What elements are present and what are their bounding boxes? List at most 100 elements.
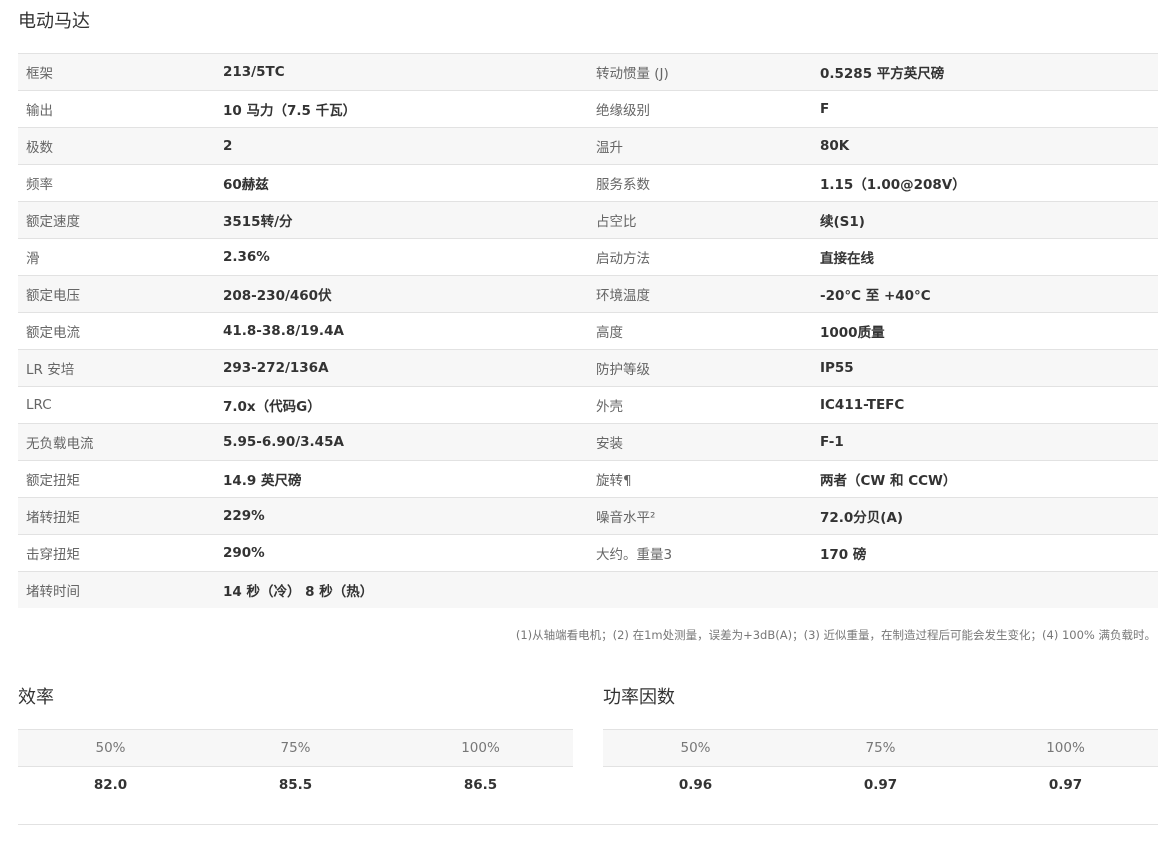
power-factor-table: 50% 75% 100% 0.96 0.97 0.97 <box>603 729 1158 803</box>
bottom-divider <box>18 824 1158 825</box>
spec-row: 无负载电流 5.95-6.90/3.45A 安装 F-1 <box>18 423 1158 461</box>
power-factor-title: 功率因数 <box>603 687 675 708</box>
spec-label: LR 安培 <box>18 349 215 387</box>
efficiency-value-row: 82.0 85.5 86.5 <box>18 767 573 804</box>
spec-value: 290% <box>215 534 588 572</box>
power-factor-header-row: 50% 75% 100% <box>603 729 1158 767</box>
efficiency-value-cell: 86.5 <box>463 777 498 793</box>
spec-value: 两者（CW 和 CCW） <box>812 460 1158 498</box>
efficiency-header-cell: 75% <box>203 729 388 767</box>
efficiency-table: 50% 75% 100% 82.0 85.5 86.5 <box>18 729 573 803</box>
spec-row: 堵转扭矩 229% 噪音水平² 72.0分贝(A) <box>18 497 1158 535</box>
spec-label: 极数 <box>18 127 215 165</box>
motor-section-title: 电动马达 <box>18 11 90 32</box>
spec-value: 208-230/460伏 <box>215 275 588 313</box>
spec-label: 额定电流 <box>18 312 215 350</box>
spec-value: F-1 <box>812 423 1158 461</box>
spec-value: 3515转/分 <box>215 201 588 239</box>
spec-label: 环境温度 <box>588 275 812 313</box>
spec-label: 额定扭矩 <box>18 460 215 498</box>
power-factor-value-cell: 0.96 <box>678 777 713 793</box>
spec-label: 温升 <box>588 127 812 165</box>
spec-value: 293-272/136A <box>215 349 588 387</box>
spec-label: 噪音水平² <box>588 497 812 535</box>
spec-label: 频率 <box>18 164 215 202</box>
spec-label: 绝缘级别 <box>588 90 812 128</box>
spec-row: 滑 2.36% 启动方法 直接在线 <box>18 238 1158 276</box>
spec-label: 外壳 <box>588 386 812 424</box>
spec-value: 41.8-38.8/19.4A <box>215 312 588 350</box>
spec-row: 频率 60赫兹 服务系数 1.15（1.00@208V） <box>18 164 1158 202</box>
spec-label: 击穿扭矩 <box>18 534 215 572</box>
spec-label: 框架 <box>18 53 215 91</box>
spec-value: 10 马力（7.5 千瓦） <box>215 90 588 128</box>
spec-row: 堵转时间 14 秒（冷） 8 秒（热） <box>18 571 1158 608</box>
spec-label <box>588 571 812 608</box>
power-factor-value-cell: 0.97 <box>863 777 898 793</box>
spec-row: 额定扭矩 14.9 英尺磅 旋转¶ 两者（CW 和 CCW） <box>18 460 1158 498</box>
spec-label: 额定速度 <box>18 201 215 239</box>
spec-label: 服务系数 <box>588 164 812 202</box>
spec-label: 转动惯量 (J) <box>588 53 812 91</box>
spec-value <box>812 571 1158 608</box>
spec-value: 14.9 英尺磅 <box>215 460 588 498</box>
spec-label: 防护等级 <box>588 349 812 387</box>
spec-value: IC411-TEFC <box>812 386 1158 424</box>
spec-label: 堵转时间 <box>18 571 215 608</box>
spec-label: 启动方法 <box>588 238 812 276</box>
power-factor-header-cell: 75% <box>788 729 973 767</box>
efficiency-section: 效率 50% 75% 100% 82.0 85.5 86.5 <box>18 686 573 803</box>
efficiency-header-cell: 50% <box>18 729 203 767</box>
spec-row: 击穿扭矩 290% 大约。重量3 170 磅 <box>18 534 1158 572</box>
spec-value: -20°C 至 +40°C <box>812 275 1158 313</box>
spec-row: 额定速度 3515转/分 占空比 续(S1) <box>18 201 1158 239</box>
spec-label: 旋转¶ <box>588 460 812 498</box>
spec-row: LR 安培 293-272/136A 防护等级 IP55 <box>18 349 1158 387</box>
power-factor-value-row: 0.96 0.97 0.97 <box>603 767 1158 804</box>
spec-label: 大约。重量3 <box>588 534 812 572</box>
spec-label: 无负载电流 <box>18 423 215 461</box>
spec-value: 229% <box>215 497 588 535</box>
spec-footnote: (1)从轴端看电机；(2) 在1m处测量，误差为+3dB(A)；(3) 近似重量… <box>515 628 1156 642</box>
spec-value: 60赫兹 <box>215 164 588 202</box>
spec-row: 输出 10 马力（7.5 千瓦） 绝缘级别 F <box>18 90 1158 128</box>
spec-label: 堵转扭矩 <box>18 497 215 535</box>
spec-row: LRC 7.0x（代码G） 外壳 IC411-TEFC <box>18 386 1158 424</box>
spec-value: IP55 <box>812 349 1158 387</box>
spec-value: 14 秒（冷） 8 秒（热） <box>215 571 588 608</box>
spec-row: 框架 213/5TC 转动惯量 (J) 0.5285 平方英尺磅 <box>18 53 1158 91</box>
motor-spec-table: 框架 213/5TC 转动惯量 (J) 0.5285 平方英尺磅 输出 10 马力（7.5… <box>18 53 1158 608</box>
spec-value: 0.5285 平方英尺磅 <box>812 53 1158 91</box>
spec-value: 1.15（1.00@208V） <box>812 164 1158 202</box>
spec-value: 170 磅 <box>812 534 1158 572</box>
spec-label: 高度 <box>588 312 812 350</box>
spec-label: 输出 <box>18 90 215 128</box>
spec-value: F <box>812 90 1158 128</box>
spec-value: 7.0x（代码G） <box>215 386 588 424</box>
spec-label: LRC <box>18 386 215 424</box>
spec-row: 额定电流 41.8-38.8/19.4A 高度 1000质量 <box>18 312 1158 350</box>
efficiency-header-cell: 100% <box>388 729 573 767</box>
spec-value: 直接在线 <box>812 238 1158 276</box>
spec-value: 2 <box>215 127 588 165</box>
efficiency-title: 效率 <box>18 687 54 708</box>
power-factor-value-cell: 0.97 <box>1048 777 1083 793</box>
spec-value: 2.36% <box>215 238 588 276</box>
efficiency-header-row: 50% 75% 100% <box>18 729 573 767</box>
spec-value: 5.95-6.90/3.45A <box>215 423 588 461</box>
power-factor-section: 功率因数 50% 75% 100% 0.96 0.97 0.97 <box>603 686 1158 803</box>
efficiency-value-cell: 85.5 <box>278 777 313 793</box>
efficiency-value-cell: 82.0 <box>93 777 128 793</box>
spec-row: 额定电压 208-230/460伏 环境温度 -20°C 至 +40°C <box>18 275 1158 313</box>
spec-value: 72.0分贝(A) <box>812 497 1158 535</box>
spec-label: 安装 <box>588 423 812 461</box>
power-factor-header-cell: 100% <box>973 729 1158 767</box>
spec-value: 213/5TC <box>215 53 588 91</box>
spec-label: 滑 <box>18 238 215 276</box>
spec-value: 1000质量 <box>812 312 1158 350</box>
spec-value: 80K <box>812 127 1158 165</box>
power-factor-header-cell: 50% <box>603 729 788 767</box>
spec-label: 占空比 <box>588 201 812 239</box>
spec-label: 额定电压 <box>18 275 215 313</box>
spec-row: 极数 2 温升 80K <box>18 127 1158 165</box>
